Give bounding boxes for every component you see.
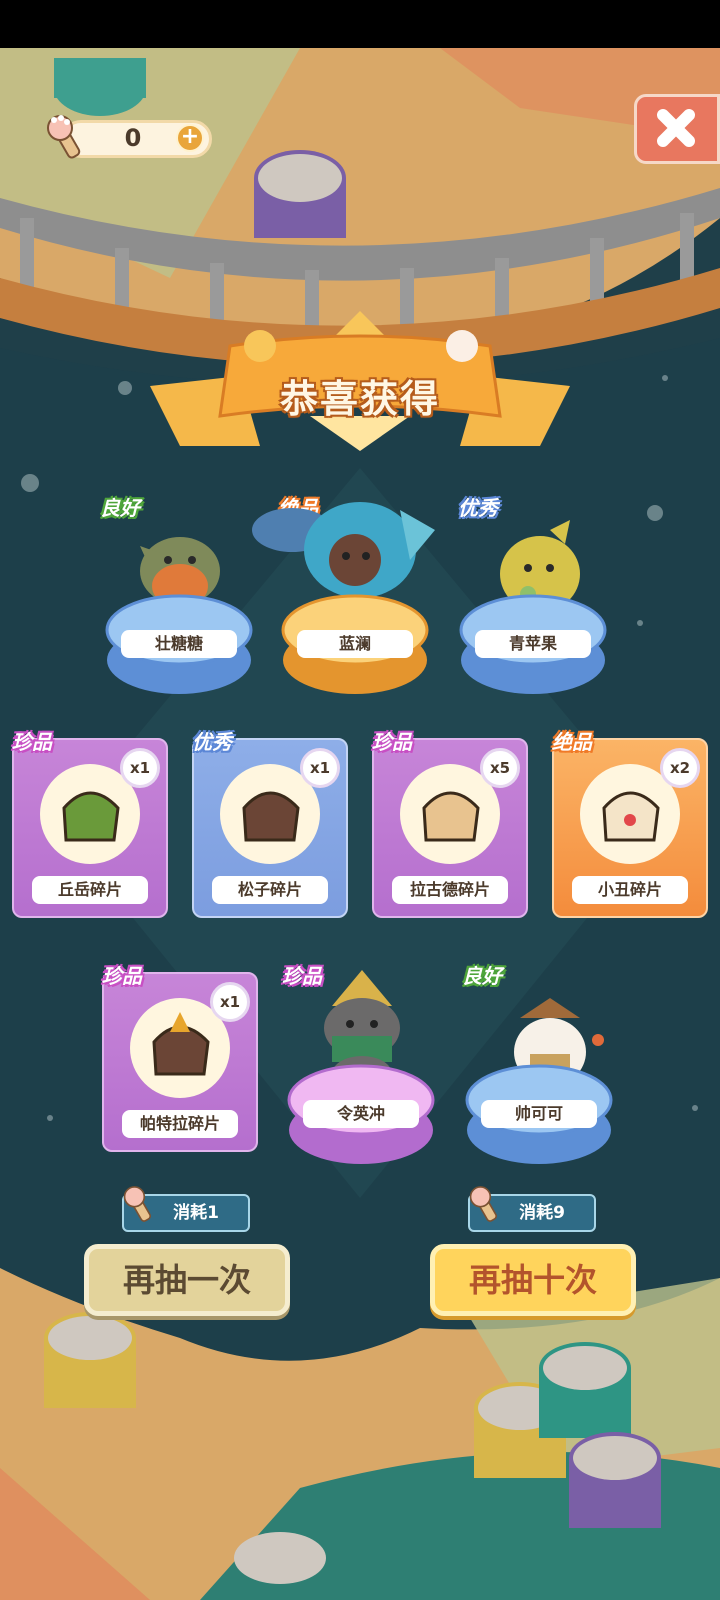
fragment-card[interactable]: x1 松子碎片 — [192, 738, 348, 918]
reward-name: 青苹果 — [475, 630, 591, 658]
fragment-name: 拉古德碎片 — [392, 876, 508, 904]
reward-name: 蓝澜 — [297, 630, 413, 658]
fragment-card[interactable]: x5 拉古德碎片 — [372, 738, 528, 918]
fragment-name: 帕特拉碎片 — [122, 1110, 238, 1138]
banner-title: 恭喜获得 — [279, 377, 440, 421]
currency-value: 0 — [124, 124, 142, 152]
reward-name: 帅可可 — [481, 1100, 597, 1128]
rarity-tag: 优秀 — [192, 730, 232, 754]
draw-once-button[interactable]: 再抽一次 — [84, 1244, 290, 1316]
rarity-tag: 良好 — [462, 964, 502, 988]
reward-name: 壮糖糖 — [121, 630, 237, 658]
count-badge: x2 — [660, 748, 700, 788]
reward-name: 令英冲 — [303, 1100, 419, 1128]
count-badge: x1 — [210, 982, 250, 1022]
count-badge: x1 — [300, 748, 340, 788]
count-badge: x1 — [120, 748, 160, 788]
fragment-name: 小丑碎片 — [572, 876, 688, 904]
paw-token-icon — [47, 115, 81, 159]
rarity-tag: 珍品 — [12, 730, 52, 754]
status-bar — [0, 0, 720, 48]
add-currency-button[interactable]: + — [176, 124, 204, 152]
rarity-tag: 绝品 — [552, 730, 592, 754]
paw-token-icon — [469, 1186, 498, 1222]
close-button[interactable] — [634, 94, 720, 164]
draw-ten-button[interactable]: 再抽十次 — [430, 1244, 636, 1316]
rarity-tag: 珍品 — [102, 964, 142, 988]
close-icon — [657, 109, 695, 147]
fragment-card[interactable]: x2 小丑碎片 — [552, 738, 708, 918]
paw-token-icon — [123, 1186, 152, 1222]
rarity-tag: 珍品 — [372, 730, 412, 754]
fragment-name: 松子碎片 — [212, 876, 328, 904]
fragment-card[interactable]: x1 丘岳碎片 — [12, 738, 168, 918]
fragment-name: 丘岳碎片 — [32, 876, 148, 904]
fragment-card[interactable]: x1 帕特拉碎片 — [102, 972, 258, 1152]
count-badge: x5 — [480, 748, 520, 788]
